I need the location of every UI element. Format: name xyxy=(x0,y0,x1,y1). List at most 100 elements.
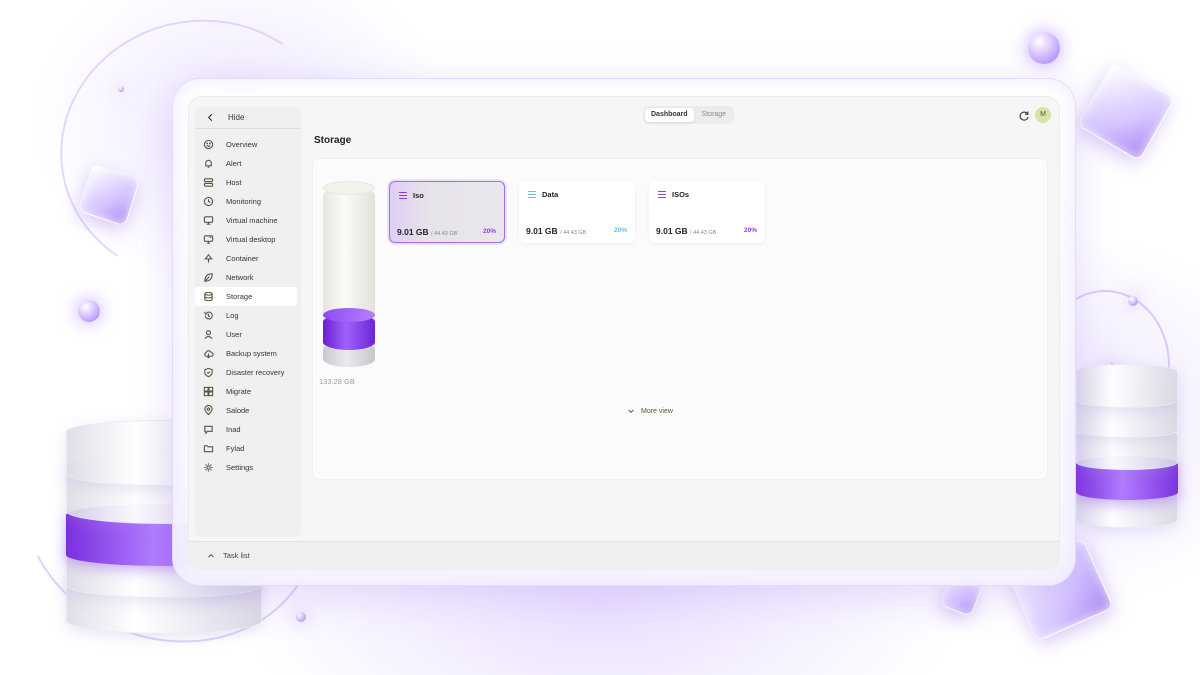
cylinder-top xyxy=(323,181,375,195)
sidebar-item-label: Network xyxy=(226,273,254,282)
sidebar-item-overview[interactable]: Overview xyxy=(195,135,301,154)
sidebar-item-label: Alert xyxy=(226,159,242,168)
storage-pool-cards: Iso 9.01 GB / 44.43 GB 20% Data 9.01 GB / 44… xyxy=(389,181,765,243)
card-percent: 20% xyxy=(743,227,757,234)
decorative-orb xyxy=(1028,32,1060,64)
task-list-label: Task list xyxy=(223,551,250,560)
sidebar-item-label: Storage xyxy=(226,292,253,301)
sidebar-item-label: Salode xyxy=(226,406,250,415)
sidebar-item-log[interactable]: Log xyxy=(195,306,301,325)
sidebar-item-settings[interactable]: Settings xyxy=(195,458,301,477)
sidebar-item-label: Host xyxy=(226,178,242,187)
more-view-label: More view xyxy=(641,407,673,415)
avatar[interactable]: M xyxy=(1035,107,1051,123)
tab-storage[interactable]: Storage xyxy=(696,108,733,122)
sidebar-item-label: Overview xyxy=(226,140,258,149)
view-tabs: Dashboard Storage xyxy=(643,106,735,124)
decorative-orb xyxy=(118,86,124,92)
task-list-bar[interactable]: Task list xyxy=(189,541,1059,569)
desktop-icon xyxy=(203,234,214,245)
sidebar-item-label: Migrate xyxy=(226,387,252,396)
list-icon xyxy=(528,191,536,198)
database-icon xyxy=(203,291,214,302)
sidebar-item-inad[interactable]: Inad xyxy=(195,420,301,439)
server-icon xyxy=(203,177,214,188)
smile-icon xyxy=(203,139,214,150)
sidebar-item-label: Virtual desktop xyxy=(226,235,276,244)
hide-sidebar-button[interactable]: Hide xyxy=(195,107,301,129)
card-used-value: 9.01 GB xyxy=(397,227,429,237)
leaf-icon xyxy=(203,272,214,283)
card-total-value: / 44.43 GB xyxy=(431,231,458,237)
more-view-button[interactable]: More view xyxy=(627,407,673,415)
sidebar-item-label: Monitoring xyxy=(226,197,262,206)
storage-usage-cylinder xyxy=(323,181,375,371)
card-title: Data xyxy=(542,190,559,199)
card-header: ISOs xyxy=(658,190,689,199)
card-usage: 9.01 GB / 44.43 GB xyxy=(397,227,457,237)
decorative-orb xyxy=(296,612,306,622)
sidebar-item-label: Fylad xyxy=(226,444,245,453)
sidebar-item-migrate[interactable]: Migrate xyxy=(195,382,301,401)
sidebar-item-virtual-desktop[interactable]: Virtual desktop xyxy=(195,230,301,249)
chevron-down-icon xyxy=(628,409,634,414)
sidebar-item-host[interactable]: Host xyxy=(195,173,301,192)
storage-panel: 133.28 GB Iso 9.01 GB / 44.43 GB 20% Data 9.… xyxy=(313,159,1047,479)
storage-card-iso[interactable]: Iso 9.01 GB / 44.43 GB 20% xyxy=(389,181,505,243)
sidebar-item-label: Inad xyxy=(226,425,241,434)
decorative-disk-stack xyxy=(1076,364,1178,534)
tree-icon xyxy=(203,253,214,264)
hide-label: Hide xyxy=(228,113,245,122)
card-total-value: / 44.43 GB xyxy=(560,230,587,236)
sidebar-item-network[interactable]: Network xyxy=(195,268,301,287)
sidebar-item-backup-system[interactable]: Backup system xyxy=(195,344,301,363)
card-total-value: / 44.43 GB xyxy=(690,230,717,236)
sidebar: Hide Overview Alert Host Monitoring Virtual … xyxy=(195,107,301,537)
pin-icon xyxy=(203,405,214,416)
bell-icon xyxy=(203,158,214,169)
history-icon xyxy=(203,310,214,321)
gear-icon xyxy=(203,462,214,473)
card-usage: 9.01 GB / 44.43 GB xyxy=(656,226,716,236)
card-used-value: 9.01 GB xyxy=(656,226,688,236)
sidebar-item-storage[interactable]: Storage xyxy=(195,287,297,306)
card-percent: 20% xyxy=(613,227,627,234)
chevron-up-icon xyxy=(208,553,214,558)
tab-dashboard[interactable]: Dashboard xyxy=(645,108,694,122)
cloud-icon xyxy=(203,348,214,359)
sidebar-nav: Overview Alert Host Monitoring Virtual machi… xyxy=(195,135,301,477)
clock-icon xyxy=(203,196,214,207)
decorative-orb xyxy=(1128,296,1138,306)
user-icon xyxy=(203,329,214,340)
grid-icon xyxy=(203,386,214,397)
chevron-left-icon xyxy=(205,112,216,123)
refresh-icon[interactable] xyxy=(1018,109,1030,121)
card-title: ISOs xyxy=(672,190,690,199)
card-header: Iso xyxy=(399,191,424,200)
storage-card-data[interactable]: Data 9.01 GB / 44.43 GB 20% xyxy=(519,181,635,243)
card-usage: 9.01 GB / 44.43 GB xyxy=(526,226,586,236)
sidebar-item-salode[interactable]: Salode xyxy=(195,401,301,420)
page-title: Storage xyxy=(314,135,352,146)
list-icon xyxy=(658,191,666,198)
shield-icon xyxy=(203,367,214,378)
sidebar-item-monitoring[interactable]: Monitoring xyxy=(195,192,301,211)
decorative-orb xyxy=(78,300,100,322)
sidebar-item-label: Virtual machine xyxy=(226,216,278,225)
card-header: Data xyxy=(528,190,558,199)
sidebar-item-label: User xyxy=(226,330,242,339)
sidebar-item-disaster-recovery[interactable]: Disaster recovery xyxy=(195,363,301,382)
sidebar-item-user[interactable]: User xyxy=(195,325,301,344)
folder-icon xyxy=(203,443,214,454)
card-used-value: 9.01 GB xyxy=(526,226,558,236)
sidebar-item-container[interactable]: Container xyxy=(195,249,301,268)
sidebar-item-label: Settings xyxy=(226,463,254,472)
sidebar-item-fylad[interactable]: Fylad xyxy=(195,439,301,458)
card-title: Iso xyxy=(413,191,424,200)
sidebar-item-virtual-machine[interactable]: Virtual machine xyxy=(195,211,301,230)
sidebar-item-label: Disaster recovery xyxy=(226,368,285,377)
sidebar-item-alert[interactable]: Alert xyxy=(195,154,301,173)
monitor-icon xyxy=(203,215,214,226)
app-window: Hide Overview Alert Host Monitoring Virtual … xyxy=(188,96,1060,570)
storage-card-isos[interactable]: ISOs 9.01 GB / 44.43 GB 20% xyxy=(649,181,765,243)
